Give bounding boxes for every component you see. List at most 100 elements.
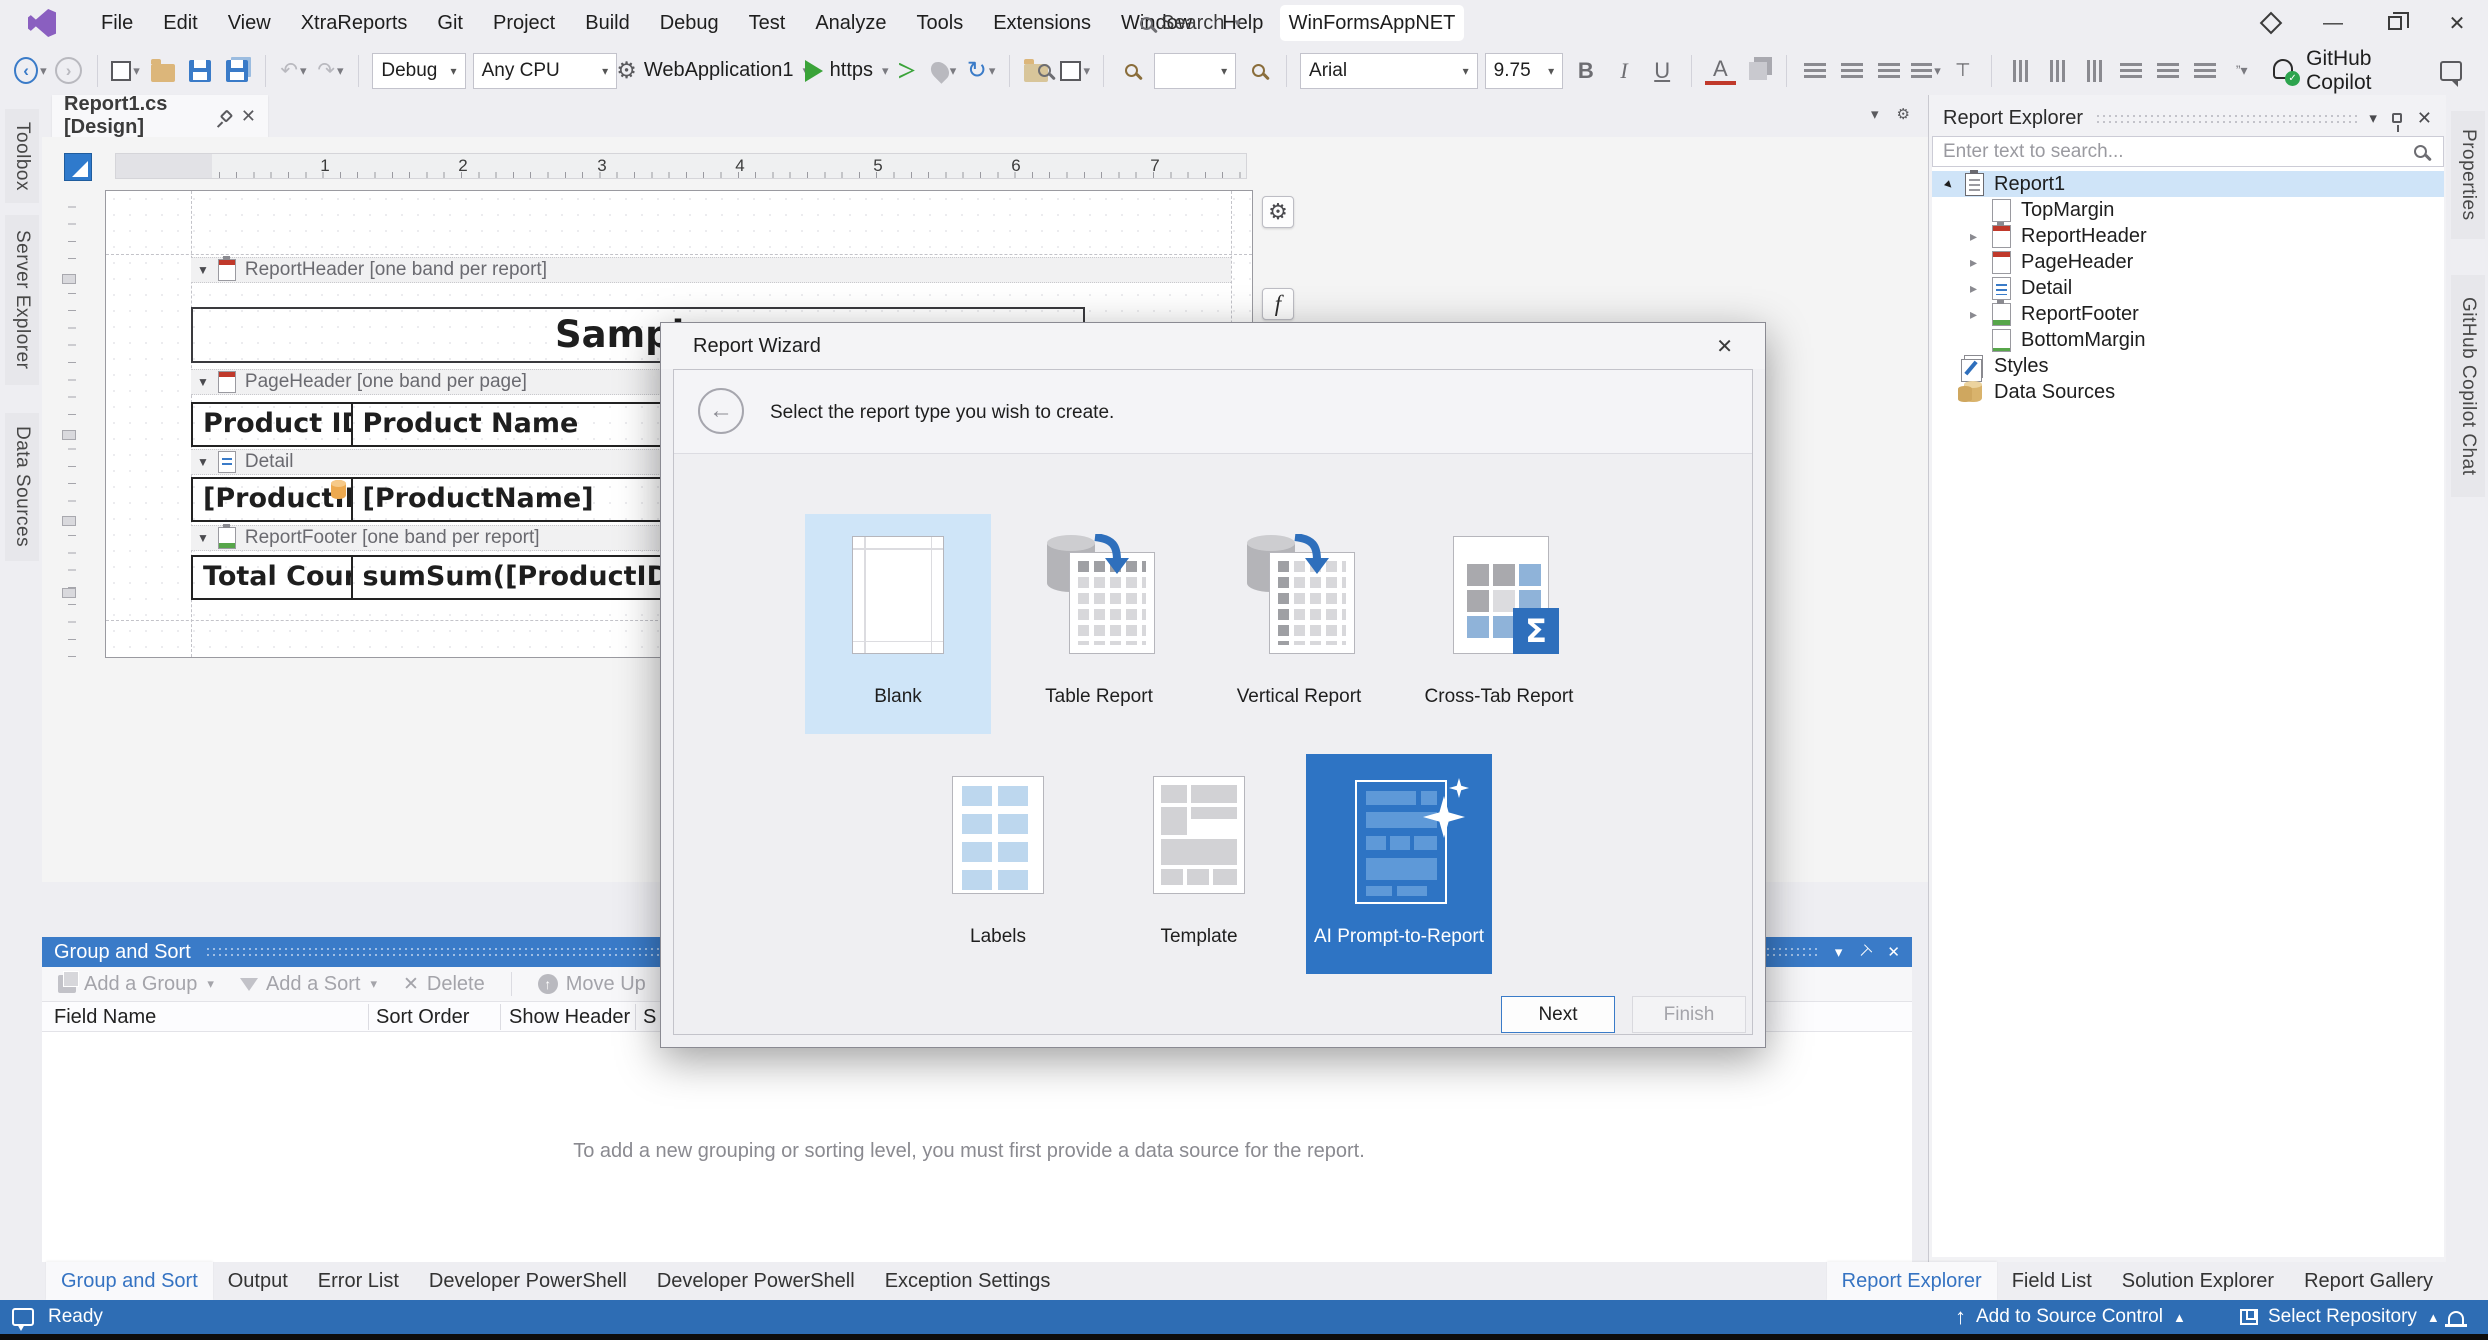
format-painter-button[interactable] bbox=[1743, 54, 1773, 88]
align-tops-button[interactable] bbox=[2116, 54, 2146, 88]
new-project-button[interactable]: ▾ bbox=[111, 54, 141, 88]
close-tab-icon[interactable]: ✕ bbox=[241, 106, 256, 127]
pin-icon[interactable] bbox=[220, 109, 233, 122]
report-type-table[interactable]: Table Report bbox=[1006, 514, 1192, 734]
underline-button[interactable]: U bbox=[1647, 54, 1678, 88]
add-sort-button[interactable]: Add a Sort▾ bbox=[240, 973, 377, 996]
menu-analyze[interactable]: Analyze bbox=[800, 4, 901, 43]
minimize-button[interactable]: — bbox=[2302, 0, 2364, 46]
align-left-button[interactable] bbox=[1800, 54, 1830, 88]
collapse-icon[interactable]: ▼ bbox=[197, 455, 209, 469]
save-button[interactable] bbox=[185, 54, 215, 88]
zoom-out-button[interactable] bbox=[1117, 54, 1147, 88]
scripts-formula-button[interactable]: f bbox=[1262, 288, 1294, 320]
menu-xtrareports[interactable]: XtraReports bbox=[286, 4, 423, 43]
save-all-button[interactable] bbox=[222, 54, 252, 88]
panel-close-icon[interactable]: ✕ bbox=[2417, 108, 2432, 129]
bottom-tab-dev-powershell-2[interactable]: Developer PowerShell bbox=[642, 1262, 870, 1300]
tree-node-report1[interactable]: ▸ Report1 bbox=[1932, 171, 2444, 197]
notifications-button[interactable] bbox=[2448, 1311, 2464, 1324]
expander-icon[interactable]: ▸ bbox=[1970, 228, 1977, 245]
align-right-button[interactable] bbox=[1874, 54, 1904, 88]
expander-icon[interactable]: ▸ bbox=[1970, 280, 1977, 297]
bottom-tab-error-list[interactable]: Error List bbox=[303, 1262, 414, 1300]
report-type-ai-prompt[interactable]: AI Prompt-to-Report bbox=[1306, 754, 1492, 974]
column-show-header[interactable]: Show Header bbox=[509, 1006, 630, 1029]
collapse-icon[interactable]: ▼ bbox=[197, 375, 209, 389]
document-tab-report1[interactable]: Report1.cs [Design] ✕ bbox=[52, 95, 268, 137]
next-button[interactable]: Next bbox=[1501, 996, 1615, 1033]
report-smart-tag[interactable] bbox=[64, 153, 92, 181]
menu-debug[interactable]: Debug bbox=[645, 4, 734, 43]
sidebar-tab-copilot-chat[interactable]: GitHub Copilot Chat bbox=[2451, 275, 2485, 497]
report-type-labels[interactable]: Labels bbox=[905, 754, 1091, 974]
bold-button[interactable]: B bbox=[1570, 54, 1601, 88]
font-name-select[interactable]: Arial▾ bbox=[1300, 53, 1478, 89]
github-copilot-button[interactable]: ✓ GitHub Copilot bbox=[2271, 47, 2462, 95]
band-strip-report-header[interactable]: ▼ ReportHeader [one band per report] bbox=[191, 257, 1231, 283]
startup-project-button[interactable]: ⚙ WebApplication1▾ bbox=[624, 54, 801, 88]
redo-button[interactable]: ↷▾ bbox=[315, 54, 345, 88]
sidebar-tab-properties[interactable]: Properties bbox=[2451, 111, 2485, 239]
align-centers-button[interactable] bbox=[2042, 54, 2072, 88]
column-sort-order[interactable]: Sort Order bbox=[376, 1006, 469, 1029]
align-bottoms-button[interactable] bbox=[2190, 54, 2220, 88]
panel-menu-icon[interactable]: ▾ bbox=[1835, 943, 1843, 961]
bottom-tab-report-gallery[interactable]: Report Gallery bbox=[2289, 1262, 2448, 1300]
move-up-button[interactable]: ↑ Move Up bbox=[538, 973, 646, 996]
font-size-select[interactable]: 9.75▾ bbox=[1485, 53, 1564, 89]
menu-edit[interactable]: Edit bbox=[148, 4, 212, 43]
zoom-in-button[interactable] bbox=[1243, 54, 1273, 88]
tree-node-top-margin[interactable]: TopMargin bbox=[1932, 197, 2444, 223]
sidebar-tab-server-explorer[interactable]: Server Explorer bbox=[5, 215, 39, 385]
bottom-tab-output[interactable]: Output bbox=[213, 1262, 303, 1300]
report-type-vertical[interactable]: Vertical Report bbox=[1206, 514, 1392, 734]
menu-view[interactable]: View bbox=[213, 4, 286, 43]
tree-node-detail[interactable]: ▸ Detail bbox=[1932, 275, 2444, 301]
tree-node-data-sources[interactable]: Data Sources bbox=[1932, 379, 2444, 405]
band-handle[interactable] bbox=[62, 588, 76, 598]
page-settings-button[interactable]: ⚙ bbox=[1262, 196, 1294, 228]
close-button[interactable]: ✕ bbox=[2426, 0, 2488, 46]
align-middles-button[interactable] bbox=[2153, 54, 2183, 88]
navigate-forward-button[interactable]: › bbox=[54, 54, 84, 88]
panel-pin-icon[interactable]: ⊤ bbox=[1854, 941, 1876, 963]
bottom-tab-group-and-sort[interactable]: Group and Sort bbox=[46, 1262, 213, 1300]
report-type-blank[interactable]: Blank bbox=[805, 514, 991, 734]
expander-icon[interactable]: ▸ bbox=[1941, 176, 1958, 193]
solution-platform-select[interactable]: Any CPU▾ bbox=[473, 53, 618, 89]
select-repository-button[interactable]: Select Repository ▲ bbox=[2240, 1306, 2440, 1328]
menu-file[interactable]: File bbox=[86, 4, 148, 43]
tree-node-page-header[interactable]: ▸ PageHeader bbox=[1932, 249, 2444, 275]
panel-menu-icon[interactable]: ▾ bbox=[2369, 109, 2377, 127]
footer-cell-label[interactable]: Total Count: bbox=[191, 555, 353, 600]
bottom-tab-exception-settings[interactable]: Exception Settings bbox=[870, 1262, 1066, 1300]
menu-build[interactable]: Build bbox=[570, 4, 644, 43]
finish-button[interactable]: Finish bbox=[1632, 996, 1746, 1033]
tree-node-report-header[interactable]: ▸ ReportHeader bbox=[1932, 223, 2444, 249]
navigate-home-button[interactable]: ▾ bbox=[1060, 54, 1090, 88]
italic-button[interactable]: I bbox=[1608, 54, 1639, 88]
start-without-debug-button[interactable] bbox=[892, 54, 922, 88]
zoom-level-select[interactable]: ▾ bbox=[1154, 53, 1236, 89]
solution-configuration-select[interactable]: Debug▾ bbox=[372, 53, 465, 89]
font-color-button[interactable]: A bbox=[1705, 57, 1736, 85]
feedback-bubble-icon[interactable] bbox=[12, 1308, 34, 1326]
tab-options-icon[interactable]: ⚙ bbox=[1897, 105, 1910, 123]
add-to-source-control-button[interactable]: ↑ Add to Source Control ▲ bbox=[1955, 1304, 2186, 1330]
search-input[interactable] bbox=[1933, 141, 2414, 163]
menu-project[interactable]: Project bbox=[478, 4, 570, 43]
menu-extensions[interactable]: Extensions bbox=[978, 4, 1106, 43]
bottom-tab-dev-powershell-1[interactable]: Developer PowerShell bbox=[414, 1262, 642, 1300]
search-icon[interactable] bbox=[2414, 145, 2427, 158]
band-handle[interactable] bbox=[62, 274, 76, 284]
back-button[interactable]: ← bbox=[698, 388, 744, 434]
band-handle[interactable] bbox=[62, 430, 76, 440]
align-lefts-button[interactable] bbox=[2005, 54, 2035, 88]
bottom-tab-report-explorer[interactable]: Report Explorer bbox=[1827, 1262, 1997, 1300]
restart-button[interactable]: ↻▾ bbox=[966, 54, 996, 88]
toolbar-overflow-button[interactable]: ”▾ bbox=[2227, 54, 2257, 88]
bottom-tab-field-list[interactable]: Field List bbox=[1997, 1262, 2107, 1300]
hot-reload-button[interactable]: ▾ bbox=[929, 54, 959, 88]
tree-node-bottom-margin[interactable]: BottomMargin bbox=[1932, 327, 2444, 353]
